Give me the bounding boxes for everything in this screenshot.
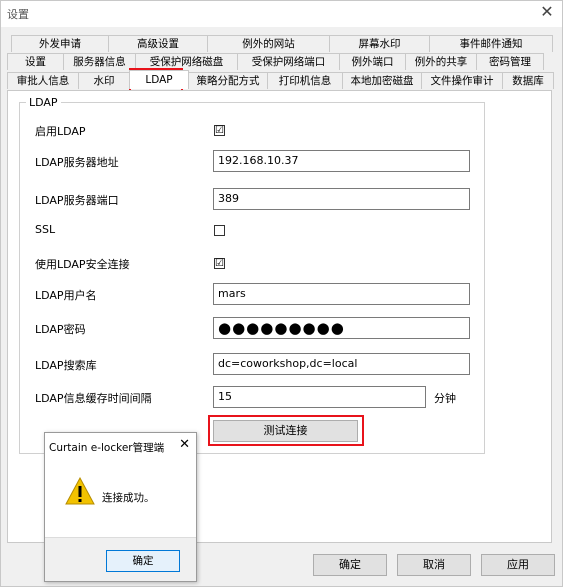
dialog-footer: 确定 [45, 537, 196, 581]
ldap-searchbase-label: LDAP搜索库 [35, 359, 97, 372]
test-connection-button[interactable]: 测试连接 [213, 420, 358, 442]
secure-connection-label: 使用LDAP安全连接 [35, 258, 130, 271]
cancel-button[interactable]: 取消 [397, 554, 471, 576]
tab-settings[interactable]: 设置 [7, 53, 64, 70]
ldap-address-label: LDAP服务器地址 [35, 156, 119, 169]
ldap-username-label: LDAP用户名 [35, 289, 97, 302]
ldap-password-label: LDAP密码 [35, 323, 86, 336]
tab-row-1: 外发申请 高级设置 例外的网站 屏幕水印 事件邮件通知 [11, 35, 553, 52]
tab-watermark[interactable]: 水印 [78, 72, 130, 89]
tab-server-info[interactable]: 服务器信息 [63, 53, 136, 70]
tab-file-audit[interactable]: 文件操作审计 [421, 72, 503, 89]
ldap-port-input[interactable]: 389 [213, 188, 470, 210]
tab-outgoing-request[interactable]: 外发申请 [11, 35, 109, 52]
apply-button[interactable]: 应用 [481, 554, 555, 576]
ssl-checkbox[interactable] [214, 225, 225, 236]
tab-excepted-websites[interactable]: 例外的网站 [207, 35, 330, 52]
warning-icon [65, 477, 95, 505]
cache-interval-label: LDAP信息缓存时间间隔 [35, 392, 152, 405]
close-icon[interactable]: ✕ [179, 437, 190, 452]
ssl-label: SSL [35, 223, 56, 236]
dialog-message: 连接成功。 [102, 492, 155, 504]
ldap-username-input[interactable]: mars [213, 283, 470, 305]
ldap-password-input[interactable]: ●●●●●●●●● [213, 317, 470, 339]
check-mark-icon: ☑ [215, 125, 224, 136]
tab-local-encrypted-disk[interactable]: 本地加密磁盘 [342, 72, 422, 89]
connection-result-dialog: Curtain e-locker管理端 ✕ 连接成功。 确定 [44, 432, 197, 582]
tab-row-3: 审批人信息 水印 LDAP 策略分配方式 打印机信息 本地加密磁盘 文件操作审计… [7, 70, 554, 89]
enable-ldap-checkbox[interactable]: ☑ [214, 125, 225, 136]
cache-interval-unit: 分钟 [434, 392, 456, 405]
cache-interval-input[interactable]: 15 [213, 386, 426, 408]
close-icon[interactable]: ✕ [538, 3, 556, 21]
tab-event-email[interactable]: 事件邮件通知 [429, 35, 553, 52]
title-bar: 设置 ✕ [1, 1, 562, 27]
ldap-address-input[interactable]: 192.168.10.37 [213, 150, 470, 172]
secure-connection-checkbox[interactable]: ☑ [214, 258, 225, 269]
tab-protected-net-disk[interactable]: 受保护网络磁盘 [135, 53, 238, 70]
ok-button[interactable]: 确定 [313, 554, 387, 576]
tab-advanced-settings[interactable]: 高级设置 [108, 35, 208, 52]
ldap-port-label: LDAP服务器端口 [35, 194, 119, 207]
check-mark-icon: ☑ [215, 258, 224, 269]
enable-ldap-label: 启用LDAP [35, 125, 86, 138]
dialog-title: Curtain e-locker管理端 [49, 442, 165, 454]
dialog-ok-button[interactable]: 确定 [106, 550, 180, 572]
tab-database[interactable]: 数据库 [502, 72, 554, 89]
ldap-group-title: LDAP [26, 96, 61, 109]
tab-password-mgmt[interactable]: 密码管理 [476, 53, 544, 70]
tab-policy-assign[interactable]: 策略分配方式 [188, 72, 268, 89]
tab-approver-info[interactable]: 审批人信息 [7, 72, 79, 89]
tab-row-2: 设置 服务器信息 受保护网络磁盘 受保护网络端口 例外端口 例外的共享 密码管理 [7, 53, 544, 70]
dialog-body: 连接成功。 [45, 461, 196, 537]
tab-excepted-shares[interactable]: 例外的共享 [405, 53, 477, 70]
window-title: 设置 [7, 8, 29, 21]
tab-protected-net-port[interactable]: 受保护网络端口 [237, 53, 340, 70]
tab-excepted-ports[interactable]: 例外端口 [339, 53, 406, 70]
tab-screen-watermark[interactable]: 屏幕水印 [329, 35, 430, 52]
tab-ldap[interactable]: LDAP [129, 70, 189, 89]
ldap-searchbase-input[interactable]: dc=coworkshop,dc=local [213, 353, 470, 375]
tab-printer-info[interactable]: 打印机信息 [267, 72, 343, 89]
